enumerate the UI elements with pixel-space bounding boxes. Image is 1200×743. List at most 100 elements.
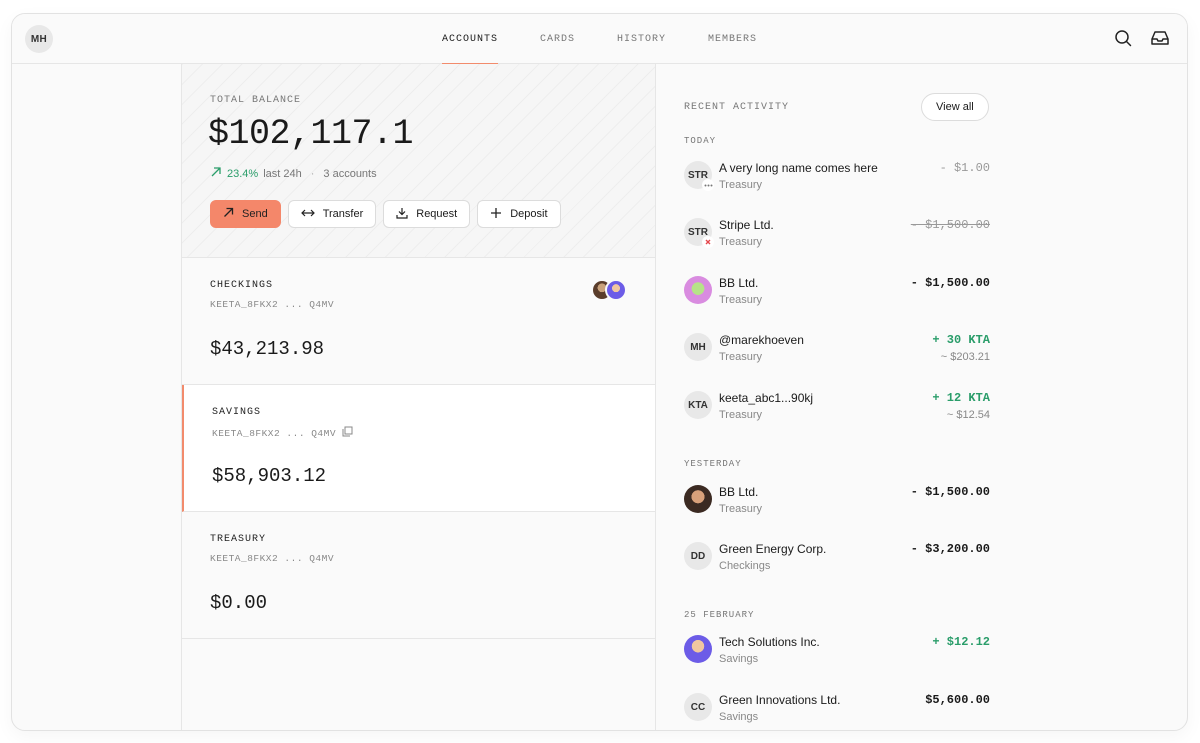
tab-cards[interactable]: CARDS xyxy=(519,14,596,64)
balance-change: 23.4% last 24h · 3 accounts xyxy=(210,166,377,181)
avatar xyxy=(684,276,712,304)
transaction-amount: - $3,200.00 xyxy=(910,542,990,556)
app-window: MH ACCOUNTS CARDS HISTORY MEMBERS TOTAL … xyxy=(11,13,1188,731)
download-icon xyxy=(396,207,408,222)
copy-icon[interactable] xyxy=(342,426,353,440)
send-button[interactable]: Send xyxy=(210,200,281,228)
account-name: CHECKINGS xyxy=(210,280,274,291)
transaction-name: A very long name comes here xyxy=(719,161,878,175)
transaction-account: Treasury xyxy=(719,236,762,248)
account-address: KEETA_8FKX2 ... Q4MV xyxy=(212,426,353,440)
account-name: SAVINGS xyxy=(212,407,262,418)
transaction-row[interactable]: BB Ltd. Treasury - $1,500.00 xyxy=(684,276,990,316)
transaction-name: Stripe Ltd. xyxy=(719,218,774,232)
transaction-row[interactable]: CC Green Innovations Ltd. Savings $5,600… xyxy=(684,693,990,730)
deposit-button[interactable]: Deposit xyxy=(477,200,561,228)
total-balance-amount: $102,117.1 xyxy=(208,114,414,154)
user-avatar[interactable]: MH xyxy=(25,25,53,53)
transaction-amount: + 30 KTA xyxy=(932,333,990,347)
total-balance-card: TOTAL BALANCE $102,117.1 23.4% last 24h … xyxy=(182,64,655,258)
transaction-avatar: STR xyxy=(684,161,714,191)
transaction-fiat-value: ~ $12.54 xyxy=(946,409,990,421)
transaction-amount: + $12.12 xyxy=(932,635,990,649)
recent-activity-panel: RECENT ACTIVITY View all TODAY STR A ver… xyxy=(656,64,1187,730)
transaction-amount: - $1.00 xyxy=(939,161,990,175)
account-name: TREASURY xyxy=(210,534,267,545)
transaction-account: Treasury xyxy=(719,409,762,421)
transaction-row[interactable]: STR A very long name comes here Treasury… xyxy=(684,161,990,201)
transaction-amount: $5,600.00 xyxy=(925,693,990,707)
transaction-row[interactable]: DD Green Energy Corp. Checkings - $3,200… xyxy=(684,542,990,582)
change-period: last 24h xyxy=(263,167,302,180)
inbox-icon[interactable] xyxy=(1150,29,1170,47)
pending-icon xyxy=(702,179,714,191)
search-icon[interactable] xyxy=(1114,29,1132,47)
send-label: Send xyxy=(242,208,268,220)
recent-activity-title: RECENT ACTIVITY xyxy=(684,102,790,113)
transaction-row[interactable]: KTA keeta_abc1...90kj Treasury + 12 KTA … xyxy=(684,391,990,431)
account-members xyxy=(591,279,627,301)
account-address: KEETA_8FKX2 ... Q4MV xyxy=(210,553,335,564)
transaction-account: Treasury xyxy=(719,503,762,515)
failed-icon xyxy=(702,236,714,248)
transaction-account: Checkings xyxy=(719,560,771,572)
top-icons xyxy=(1114,29,1170,47)
transaction-account: Treasury xyxy=(719,351,762,363)
transaction-name: Green Energy Corp. xyxy=(719,542,827,556)
plus-icon xyxy=(490,207,502,222)
transaction-amount: - $1,500.00 xyxy=(910,485,990,499)
transaction-name: BB Ltd. xyxy=(719,276,759,290)
change-percent: 23.4% xyxy=(227,167,259,180)
transaction-row[interactable]: MH @marekhoeven Treasury + 30 KTA ~ $203… xyxy=(684,333,990,373)
avatar xyxy=(684,635,712,663)
transaction-avatar: CC xyxy=(684,693,712,721)
request-label: Request xyxy=(416,208,458,220)
meta-separator: · xyxy=(310,167,315,180)
main-nav: ACCOUNTS CARDS HISTORY MEMBERS xyxy=(12,14,1187,65)
transfer-label: Transfer xyxy=(322,208,364,220)
transaction-row[interactable]: BB Ltd. Treasury - $1,500.00 xyxy=(684,485,990,525)
account-balance: $0.00 xyxy=(210,592,268,614)
member-avatar xyxy=(605,279,627,301)
trend-up-icon xyxy=(210,166,222,181)
transaction-amount: + 12 KTA xyxy=(932,391,990,405)
transaction-account: Treasury xyxy=(719,179,762,191)
tab-accounts[interactable]: ACCOUNTS xyxy=(421,14,519,65)
transaction-name: Tech Solutions Inc. xyxy=(719,635,820,649)
accounts-column: TOTAL BALANCE $102,117.1 23.4% last 24h … xyxy=(181,64,656,730)
view-all-button[interactable]: View all xyxy=(921,93,989,121)
transaction-avatar: KTA xyxy=(684,391,712,419)
transaction-amount: - $1,500.00 xyxy=(910,218,990,232)
transaction-account: Savings xyxy=(719,711,759,723)
account-card-treasury[interactable]: TREASURY KEETA_8FKX2 ... Q4MV $0.00 xyxy=(182,512,655,639)
account-card-checkings[interactable]: CHECKINGS KEETA_8FKX2 ... Q4MV $43,213.9… xyxy=(182,258,655,385)
account-balance: $58,903.12 xyxy=(212,465,327,487)
arrow-up-right-icon xyxy=(223,207,234,221)
avatar xyxy=(684,485,712,513)
transaction-account: Treasury xyxy=(719,294,762,306)
deposit-label: Deposit xyxy=(510,208,548,220)
account-balance: $43,213.98 xyxy=(210,338,325,360)
transaction-name: keeta_abc1...90kj xyxy=(719,391,814,405)
transaction-row[interactable]: STR Stripe Ltd. Treasury - $1,500.00 xyxy=(684,218,990,258)
top-bar: MH ACCOUNTS CARDS HISTORY MEMBERS xyxy=(12,14,1187,65)
transaction-account: Savings xyxy=(719,653,759,665)
tab-history[interactable]: HISTORY xyxy=(596,14,687,64)
total-balance-label: TOTAL BALANCE xyxy=(210,95,302,106)
tab-members[interactable]: MEMBERS xyxy=(687,14,778,64)
account-card-savings[interactable]: SAVINGS KEETA_8FKX2 ... Q4MV $58,903.12 xyxy=(182,385,655,512)
transaction-name: BB Ltd. xyxy=(719,485,759,499)
group-label-yesterday: YESTERDAY xyxy=(684,459,742,469)
transaction-avatar: STR xyxy=(684,218,714,248)
transaction-amount: - $1,500.00 xyxy=(910,276,990,290)
transfer-arrows-icon xyxy=(300,208,315,221)
balance-actions: Send Transfer Request Deposit xyxy=(210,200,561,228)
transaction-fiat-value: ~ $203.21 xyxy=(940,351,990,363)
account-address: KEETA_8FKX2 ... Q4MV xyxy=(210,299,335,310)
group-label-today: TODAY xyxy=(684,136,717,146)
transfer-button[interactable]: Transfer xyxy=(287,200,377,228)
transaction-name: Green Innovations Ltd. xyxy=(719,693,841,707)
transaction-row[interactable]: Tech Solutions Inc. Savings + $12.12 xyxy=(684,635,990,675)
request-button[interactable]: Request xyxy=(383,200,471,228)
transaction-avatar: MH xyxy=(684,333,712,361)
